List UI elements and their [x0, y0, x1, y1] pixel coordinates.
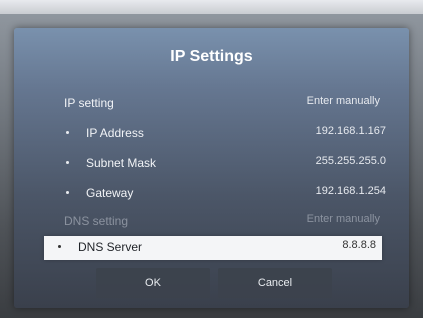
ok-button[interactable]: OK [96, 268, 210, 298]
ip-setting-label: IP setting [64, 96, 114, 110]
bullet-icon [58, 245, 61, 248]
ip-setting-value: Enter manually [306, 95, 380, 107]
dns-setting-label: DNS setting [64, 214, 129, 228]
dns-server-label: DNS Server [78, 240, 143, 254]
gateway-value: 192.168.1.254 [315, 185, 386, 197]
dns-setting-value: Enter manually [306, 213, 380, 225]
gateway-label: Gateway [86, 186, 134, 200]
ip-setting-row[interactable]: IP setting Enter manually [56, 92, 386, 116]
gateway-row[interactable]: Gateway 192.168.1.254 [52, 182, 392, 206]
dns-setting-row: DNS setting Enter manually [56, 210, 386, 234]
cancel-button[interactable]: Cancel [218, 268, 332, 298]
ip-address-label: IP Address [86, 126, 144, 140]
ip-address-value: 192.168.1.167 [315, 125, 386, 137]
subnet-mask-value: 255.255.255.0 [315, 155, 386, 167]
dns-server-value: 8.8.8.8 [342, 239, 376, 251]
subnet-mask-row[interactable]: Subnet Mask 255.255.255.0 [52, 152, 392, 176]
ip-address-row[interactable]: IP Address 192.168.1.167 [52, 122, 392, 146]
top-strip [0, 0, 423, 14]
bullet-icon [66, 131, 69, 134]
dns-server-row[interactable]: DNS Server 8.8.8.8 [44, 236, 382, 260]
bullet-icon [66, 191, 69, 194]
dialog-title: IP Settings [170, 48, 253, 65]
subnet-mask-label: Subnet Mask [86, 156, 157, 170]
bullet-icon [66, 161, 69, 164]
